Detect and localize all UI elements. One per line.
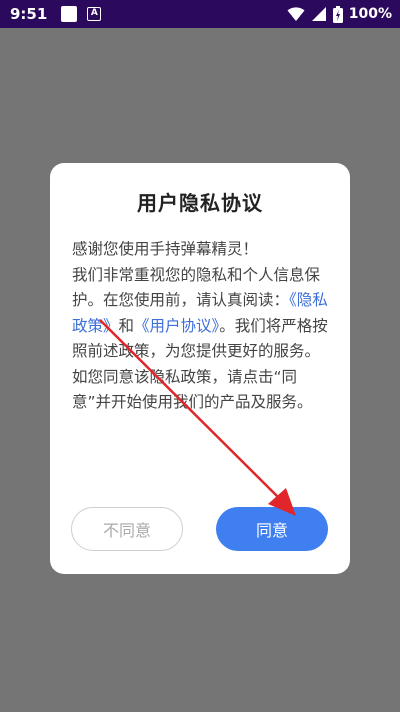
wifi-icon bbox=[287, 7, 305, 21]
status-indicators: 100% bbox=[287, 5, 392, 23]
body-text-intro: 我们非常重视您的隐私和个人信息保护。在您使用前，请认真阅读： bbox=[72, 265, 321, 310]
agree-button[interactable]: 同意 bbox=[216, 507, 328, 551]
status-bar: 9:51 A 100% bbox=[0, 0, 400, 28]
battery-icon bbox=[332, 5, 343, 23]
conjunction-text: 和 bbox=[118, 316, 135, 335]
greeting-text: 感谢您使用手持弹幕精灵！ bbox=[72, 240, 259, 258]
dialog-body: 感谢您使用手持弹幕精灵！ 我们非常重视您的隐私和个人信息保护。在您使用前，请认真阅… bbox=[72, 237, 330, 416]
signal-icon bbox=[311, 7, 326, 21]
user-agreement-link[interactable]: 《用户协议》 bbox=[134, 317, 219, 335]
notification-square-icon bbox=[61, 6, 78, 22]
app-notification-icon: A bbox=[87, 7, 102, 21]
privacy-dialog: 用户隐私协议 感谢您使用手持弹幕精灵！ 我们非常重视您的隐私和个人信息保护。在您使… bbox=[50, 163, 350, 574]
dialog-title: 用户隐私协议 bbox=[137, 191, 263, 215]
disagree-button[interactable]: 不同意 bbox=[71, 507, 183, 551]
battery-percentage: 100% bbox=[348, 6, 392, 22]
status-time: 9:51 bbox=[10, 5, 48, 23]
